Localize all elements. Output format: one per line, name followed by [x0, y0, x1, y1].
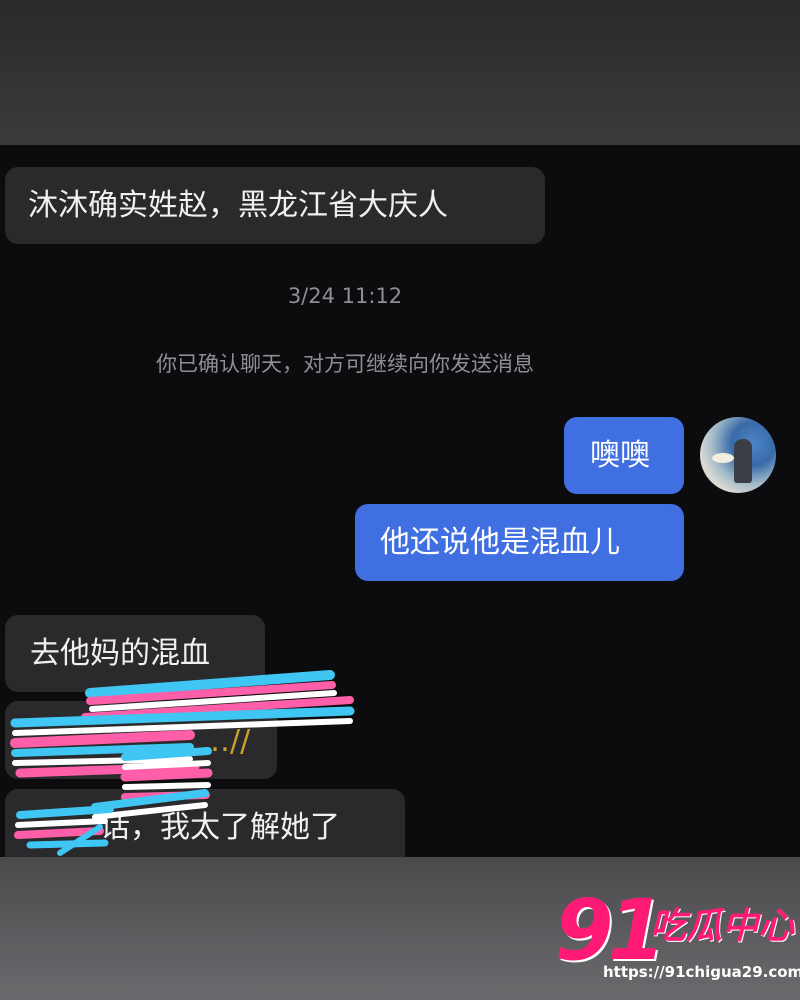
watermark-title: 吃瓜中心: [650, 906, 795, 947]
chat-area[interactable]: 沐沐确实姓赵，黑龙江省大庆人 3/24 11:12 你已确认聊天，对方可继续向你…: [0, 145, 800, 857]
site-watermark: 91 吃瓜中心 https://91chigua29.com: [555, 885, 800, 990]
top-background-band: [0, 0, 800, 145]
redaction-scribble: [10, 670, 355, 856]
watermark-number: 91: [555, 881, 666, 979]
watermark-url: https://91chigua29.com: [603, 963, 800, 981]
